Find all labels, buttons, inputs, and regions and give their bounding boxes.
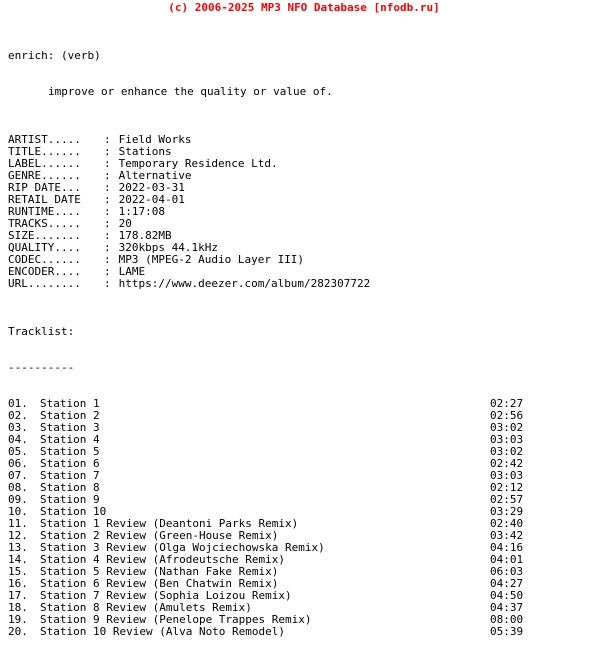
track-duration: 05:39 (490, 625, 524, 638)
track-number: 16. (8, 577, 28, 590)
track-number: 19. (8, 613, 28, 626)
track-duration: 06:03 (490, 565, 524, 578)
track-duration: 04:50 (490, 589, 524, 602)
metadata-row: LABEL......: Temporary Residence Ltd. (8, 158, 608, 170)
metadata-key: URL........ (8, 277, 81, 290)
metadata-row: TITLE......: Stations (8, 146, 608, 158)
metadata-row: RUNTIME....: 1:17:08 (8, 206, 608, 218)
metadata-row: CODEC......: MP3 (MPEG-2 Audio Layer III… (8, 254, 608, 266)
track-number: 18. (8, 601, 28, 614)
metadata-row: GENRE......: Alternative (8, 170, 608, 182)
metadata-value: https://www.deezer.com/album/282307722 (118, 277, 371, 290)
track-number: 12. (8, 529, 28, 542)
metadata-separator: : (104, 277, 111, 290)
track-number: 15. (8, 565, 28, 578)
track-number: 13. (8, 541, 28, 554)
track-duration: 04:01 (490, 553, 524, 566)
spacer-after-definition (0, 122, 608, 134)
track-row: 20. Station 10 Review (Alva Noto Remodel)… (8, 626, 608, 638)
track-duration: 04:27 (490, 577, 524, 590)
track-duration: 04:16 (490, 541, 524, 554)
track-duration: 04:37 (490, 601, 524, 614)
site-copyright-banner: (c) 2006-2025 MP3 NFO Database [nfodb.ru… (168, 1, 440, 14)
track-number: 14. (8, 553, 28, 566)
metadata-row: RETAIL DATE: 2022-04-01 (8, 194, 608, 206)
nfo-document: (c) 2006-2025 MP3 NFO Database [nfodb.ru… (0, 0, 608, 638)
spacer-after-metadata (0, 290, 608, 302)
definition-term: enrich: (verb) (8, 49, 101, 62)
metadata-row: ARTIST.....: Field Works (8, 134, 608, 146)
track-duration: 08:00 (490, 613, 524, 626)
track-rows-container: 01. Station 1 02:27 02. Station 2 02:56 03. Sta… (8, 398, 608, 638)
definition-body: improve or enhance the quality or value … (48, 85, 333, 98)
track-number: 17. (8, 589, 28, 602)
metadata-row: URL........: https://www.deezer.com/albu… (8, 278, 608, 290)
track-duration: 02:40 (490, 517, 524, 530)
metadata-row: SIZE.......: 178.82MB (8, 230, 608, 242)
metadata-value: MP3 (MPEG-2 Audio Layer III) (118, 253, 305, 266)
tracklist-heading: Tracklist: (8, 325, 75, 338)
metadata-row: QUALITY....: 320kbps 44.1kHz (8, 242, 608, 254)
track-number: 20. (8, 625, 28, 638)
release-metadata-list: ARTIST.....: Field Works TITLE......: Sta… (0, 134, 608, 290)
metadata-row: RIP DATE...: 2022-03-31 (8, 182, 608, 194)
track-title: Station 10 Review (Alva Noto Remodel) (40, 625, 286, 638)
track-number: 11. (8, 517, 28, 530)
spacer-after-banner (0, 14, 608, 26)
metadata-row: TRACKS.....: 20 (8, 218, 608, 230)
tracklist-divider: ---------- (8, 361, 75, 374)
track-duration: 03:42 (490, 529, 524, 542)
definition-block: enrich: (verb) improve or enhance the qu… (0, 26, 608, 122)
tracklist-section: Tracklist: ---------- 01. Station 1 02:27 0… (0, 302, 608, 662)
